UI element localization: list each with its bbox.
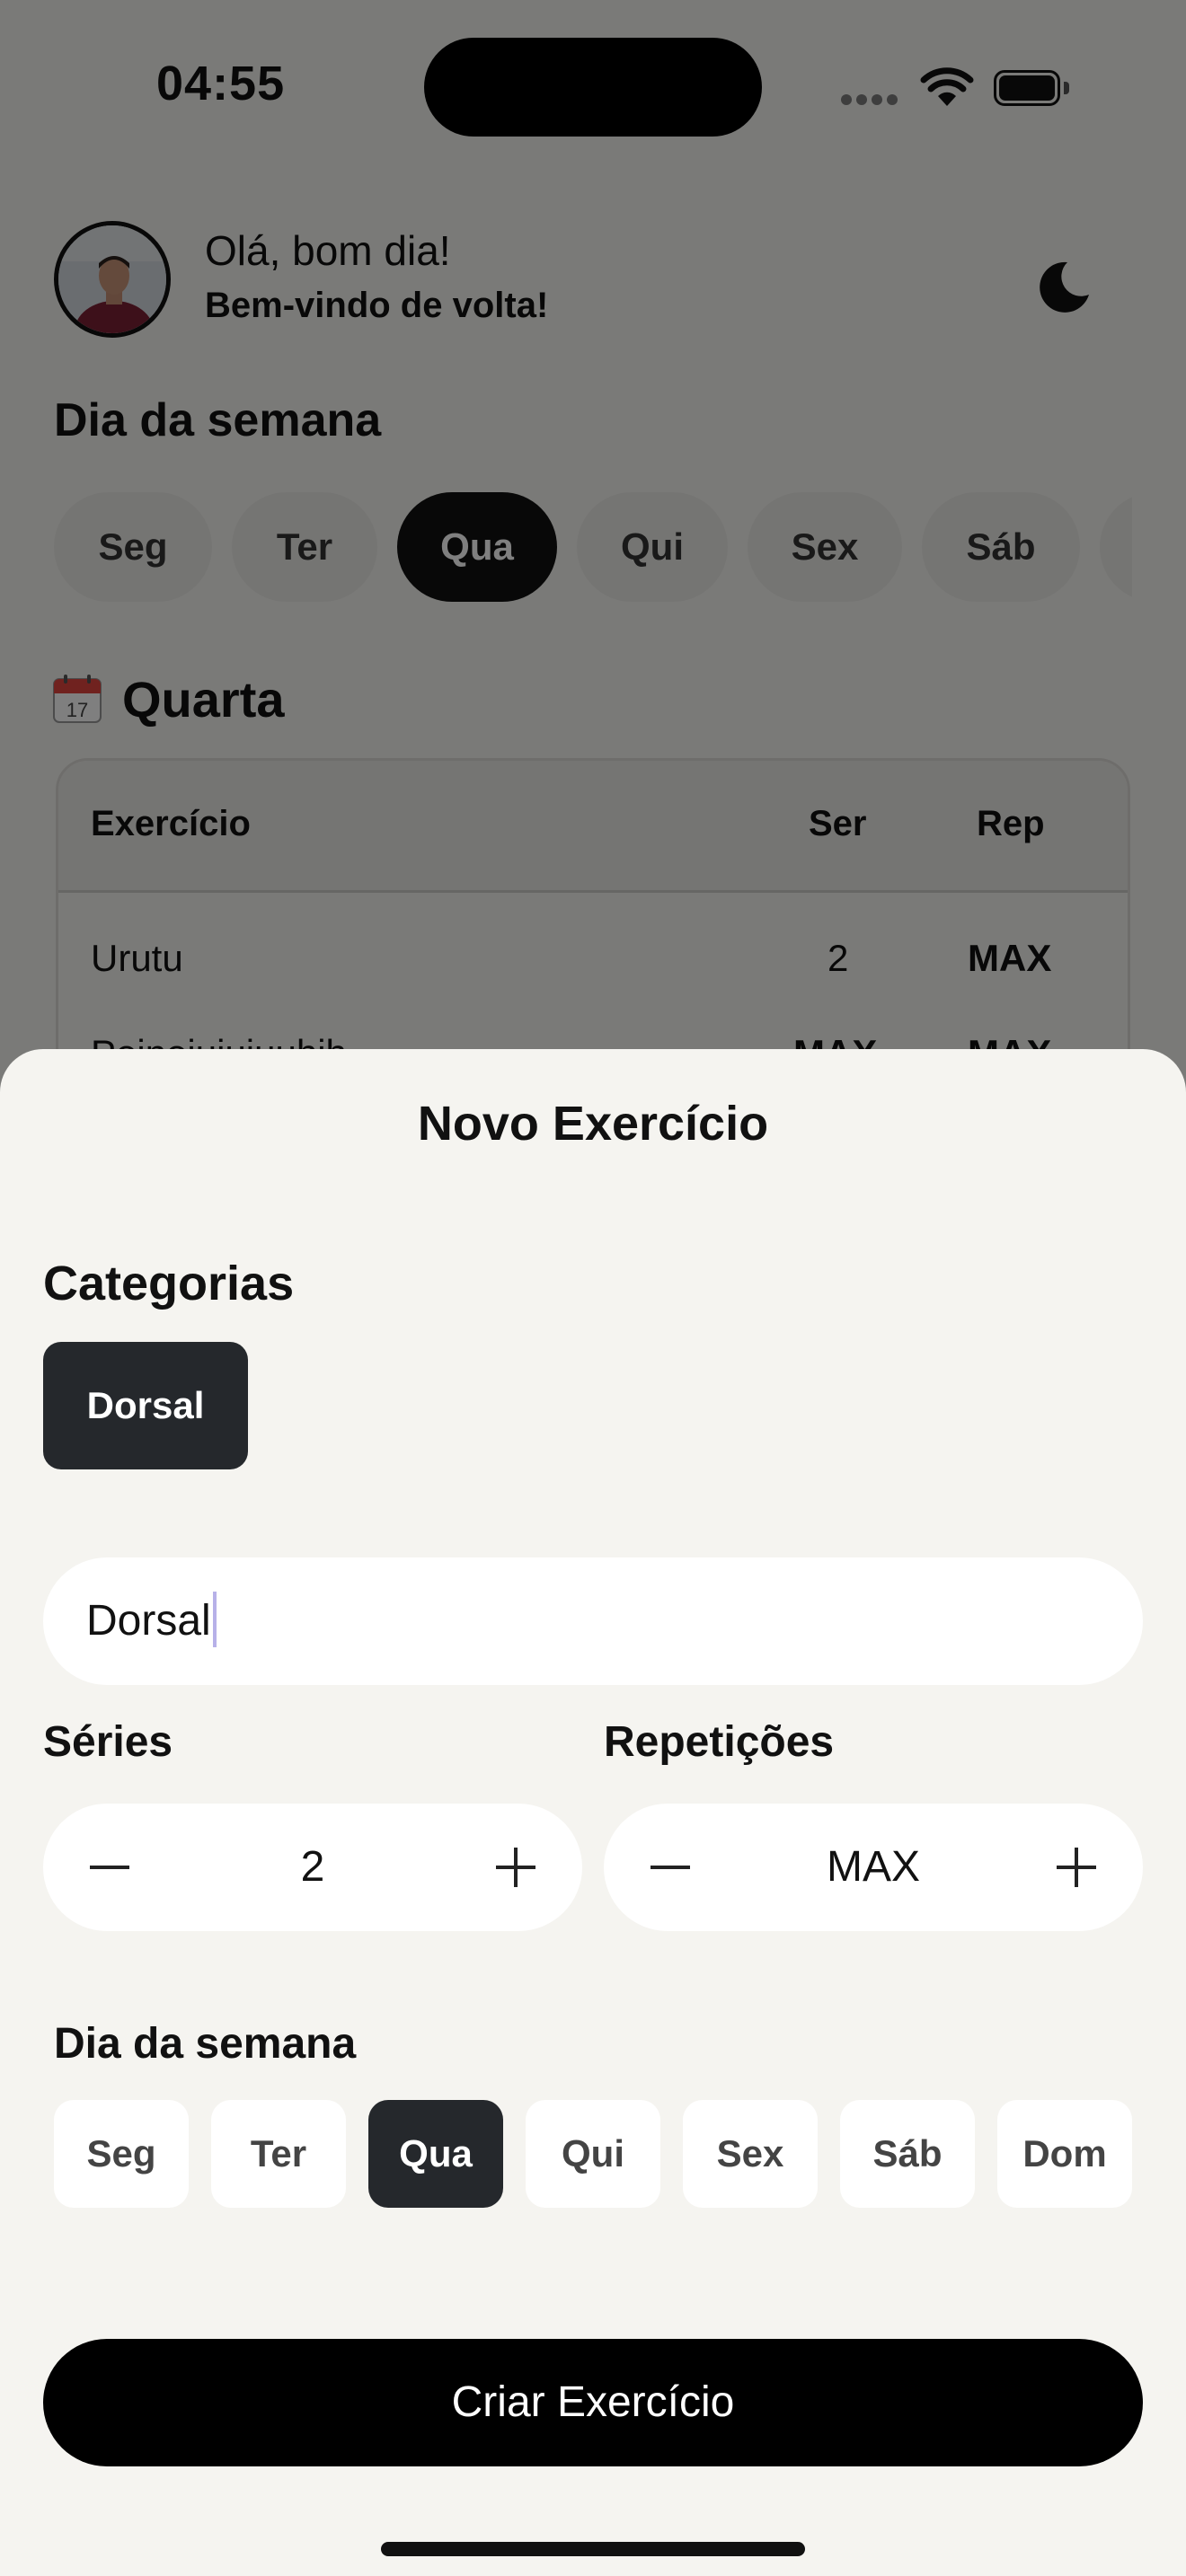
series-increment-button[interactable] xyxy=(456,1804,582,1931)
sheet-title: Novo Exercício xyxy=(417,1097,769,1151)
weekday-label: Dia da semana xyxy=(54,2020,357,2068)
exercise-name-input[interactable]: Dorsal xyxy=(43,1557,1143,1685)
exercise-name-value: Dorsal xyxy=(86,1597,211,1645)
series-stepper: 2 xyxy=(43,1804,582,1931)
reps-increment-button[interactable] xyxy=(1017,1804,1143,1931)
series-label: Séries xyxy=(43,1718,173,1766)
create-exercise-button[interactable]: Criar Exercício xyxy=(43,2339,1143,2466)
text-caret xyxy=(212,1592,217,1648)
home-indicator[interactable] xyxy=(381,2542,805,2556)
day-button-sex[interactable]: Sex xyxy=(683,2100,818,2208)
day-button-sab[interactable]: Sáb xyxy=(840,2100,975,2208)
day-button-seg[interactable]: Seg xyxy=(54,2100,189,2208)
day-button-qui[interactable]: Qui xyxy=(526,2100,660,2208)
plus-icon-stem xyxy=(514,1848,518,1887)
minus-icon xyxy=(651,1866,690,1869)
day-button-ter[interactable]: Ter xyxy=(211,2100,346,2208)
categories-label: Categorias xyxy=(43,1257,295,1310)
day-button-qua-selected[interactable]: Qua xyxy=(368,2100,503,2208)
app-screen: 04:55 Olá, bom dia! Bem-vindo de volta! … xyxy=(0,0,1186,2576)
reps-decrement-button[interactable] xyxy=(604,1804,730,1931)
series-decrement-button[interactable] xyxy=(43,1804,169,1931)
reps-label: Repetições xyxy=(604,1718,835,1766)
reps-stepper: MAX xyxy=(604,1804,1143,1931)
category-chip-dorsal[interactable]: Dorsal xyxy=(43,1342,248,1469)
plus-icon-stem xyxy=(1075,1848,1078,1887)
day-button-dom[interactable]: Dom xyxy=(997,2100,1132,2208)
new-exercise-sheet: Novo Exercício Categorias Dorsal Dorsal … xyxy=(0,1049,1186,2576)
minus-icon xyxy=(90,1866,129,1869)
